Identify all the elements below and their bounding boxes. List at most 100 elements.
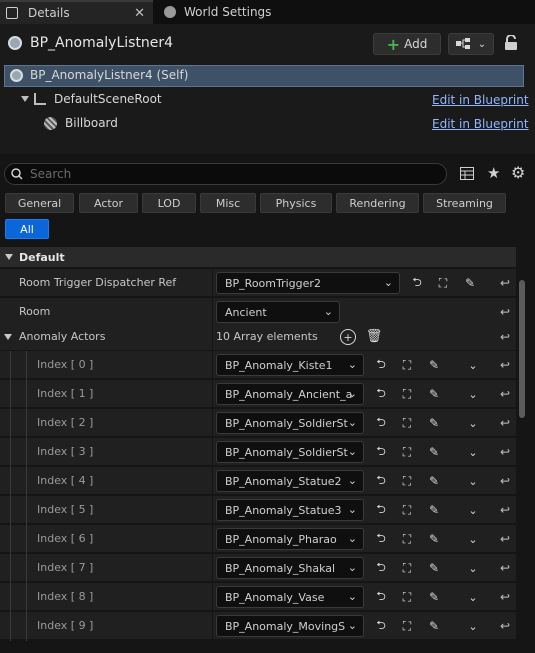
blueprint-options-button[interactable]: ⌄ <box>448 33 494 55</box>
column-divider <box>212 467 213 495</box>
use-selected-icon[interactable]: ⮌ <box>373 502 389 518</box>
reset-icon[interactable]: ↩ <box>497 386 513 402</box>
actor-dropdown[interactable]: BP_Anomaly_Statue2 ⌄ <box>216 470 364 492</box>
reset-icon[interactable]: ↩ <box>497 618 513 634</box>
room-trigger-dropdown[interactable]: BP_RoomTrigger2 ⌄ <box>216 272 400 294</box>
actor-dropdown[interactable]: BP_Anomaly_Pharao ⌄ <box>216 528 364 550</box>
use-selected-icon[interactable]: ⮌ <box>409 275 425 291</box>
reset-icon[interactable]: ↩ <box>497 560 513 576</box>
use-selected-icon[interactable]: ⮌ <box>373 386 389 402</box>
picker-icon[interactable]: ✎ <box>426 618 442 634</box>
chevron-down-icon[interactable]: ⌄ <box>465 415 481 431</box>
actor-dropdown[interactable]: BP_Anomaly_SoldierSt ⌄ <box>216 441 364 463</box>
actor-dropdown[interactable]: BP_Anomaly_Shakal ⌄ <box>216 557 364 579</box>
edit-in-blueprint-link[interactable]: Edit in Blueprint <box>432 93 529 107</box>
reset-icon[interactable]: ↩ <box>497 444 513 460</box>
room-value: Ancient <box>225 305 267 319</box>
caret-down-icon[interactable] <box>21 96 29 102</box>
picker-icon[interactable]: ✎ <box>426 386 442 402</box>
picker-icon[interactable]: ✎ <box>462 275 478 291</box>
browse-icon[interactable]: ⛶ <box>399 502 415 518</box>
picker-icon[interactable]: ✎ <box>426 473 442 489</box>
room-dropdown[interactable]: Ancient ⌄ <box>216 301 340 323</box>
chevron-down-icon[interactable]: ⌄ <box>465 357 481 373</box>
chevron-down-icon[interactable]: ⌄ <box>465 589 481 605</box>
star-icon[interactable]: ★ <box>487 164 500 182</box>
actor-dropdown[interactable]: BP_Anomaly_Vase ⌄ <box>216 586 364 608</box>
filter-actor[interactable]: Actor <box>79 193 138 213</box>
browse-icon[interactable]: ⛶ <box>399 560 415 576</box>
chevron-down-icon[interactable]: ⌄ <box>465 386 481 402</box>
picker-icon[interactable]: ✎ <box>426 415 442 431</box>
tab-world-settings[interactable]: World Settings <box>158 0 298 24</box>
edit-in-blueprint-link[interactable]: Edit in Blueprint <box>432 117 529 131</box>
use-selected-icon[interactable]: ⮌ <box>373 473 389 489</box>
chevron-down-icon[interactable]: ⌄ <box>465 444 481 460</box>
chevron-down-icon[interactable]: ⌄ <box>465 560 481 576</box>
reset-icon[interactable]: ↩ <box>497 473 513 489</box>
trash-icon[interactable]: 🗑 <box>366 328 383 344</box>
browse-icon[interactable]: ⛶ <box>399 473 415 489</box>
reset-icon[interactable]: ↩ <box>497 589 513 605</box>
use-selected-icon[interactable]: ⮌ <box>373 415 389 431</box>
tab-details[interactable]: Details ✕ <box>0 0 153 24</box>
browse-icon[interactable]: ⛶ <box>399 415 415 431</box>
actor-dropdown[interactable]: BP_Anomaly_Statue3 ⌄ <box>216 499 364 521</box>
filter-all[interactable]: All <box>5 219 49 239</box>
filter-lod[interactable]: LOD <box>142 193 196 213</box>
filter-physics[interactable]: Physics <box>260 193 332 213</box>
filter-general[interactable]: General <box>5 193 74 213</box>
chevron-down-icon[interactable]: ⌄ <box>465 502 481 518</box>
use-selected-icon[interactable]: ⮌ <box>373 531 389 547</box>
picker-icon[interactable]: ✎ <box>426 502 442 518</box>
browse-icon[interactable]: ⛶ <box>435 275 451 291</box>
chevron-down-icon[interactable]: ⌄ <box>465 531 481 547</box>
browse-icon[interactable]: ⛶ <box>399 589 415 605</box>
reset-icon[interactable]: ↩ <box>497 415 513 431</box>
reset-icon[interactable]: ↩ <box>497 357 513 373</box>
browse-icon[interactable]: ⛶ <box>399 444 415 460</box>
search-input[interactable]: Search <box>4 163 447 185</box>
chevron-down-icon[interactable]: ⌄ <box>465 618 481 634</box>
actor-dropdown[interactable]: BP_Anomaly_Kiste1 ⌄ <box>216 354 364 376</box>
reset-icon[interactable]: ↩ <box>497 304 513 320</box>
actor-dropdown[interactable]: BP_Anomaly_Ancient_a ⌄ <box>216 383 364 405</box>
reset-icon[interactable]: ↩ <box>497 275 513 291</box>
browse-icon[interactable]: ⛶ <box>399 357 415 373</box>
filter-misc[interactable]: Misc <box>200 193 256 213</box>
lock-icon[interactable] <box>504 35 518 51</box>
use-selected-icon[interactable]: ⮌ <box>373 589 389 605</box>
browse-icon[interactable]: ⛶ <box>399 531 415 547</box>
picker-icon[interactable]: ✎ <box>426 357 442 373</box>
search-placeholder: Search <box>30 167 72 181</box>
browse-icon[interactable]: ⛶ <box>399 618 415 634</box>
use-selected-icon[interactable]: ⮌ <box>373 357 389 373</box>
close-icon[interactable]: ✕ <box>134 6 145 21</box>
picker-icon[interactable]: ✎ <box>426 589 442 605</box>
tree-item-billboard[interactable]: Billboard <box>65 116 118 130</box>
column-divider <box>212 583 213 611</box>
filter-streaming[interactable]: Streaming <box>423 193 506 213</box>
caret-down-icon[interactable] <box>4 334 12 340</box>
use-selected-icon[interactable]: ⮌ <box>373 560 389 576</box>
use-selected-icon[interactable]: ⮌ <box>373 618 389 634</box>
use-selected-icon[interactable]: ⮌ <box>373 444 389 460</box>
chevron-down-icon[interactable]: ⌄ <box>465 473 481 489</box>
picker-icon[interactable]: ✎ <box>426 444 442 460</box>
browse-icon[interactable]: ⛶ <box>399 386 415 402</box>
reset-icon[interactable]: ↩ <box>497 502 513 518</box>
table-view-icon[interactable] <box>460 167 474 180</box>
picker-icon[interactable]: ✎ <box>426 531 442 547</box>
add-button[interactable]: + Add <box>373 33 441 55</box>
scrollbar-thumb[interactable] <box>519 280 525 418</box>
add-element-icon[interactable]: + <box>340 329 356 345</box>
actor-dropdown[interactable]: BP_Anomaly_SoldierSt ⌄ <box>216 412 364 434</box>
actor-dropdown[interactable]: BP_Anomaly_MovingS ⌄ <box>216 615 364 637</box>
picker-icon[interactable]: ✎ <box>426 560 442 576</box>
section-default[interactable]: Default <box>0 247 516 267</box>
reset-icon[interactable]: ↩ <box>497 531 513 547</box>
reset-icon[interactable]: ↩ <box>497 329 513 345</box>
gear-icon[interactable]: ⚙ <box>511 163 525 182</box>
filter-rendering[interactable]: Rendering <box>336 193 419 213</box>
tree-item-default-scene-root[interactable]: DefaultSceneRoot <box>54 92 162 106</box>
